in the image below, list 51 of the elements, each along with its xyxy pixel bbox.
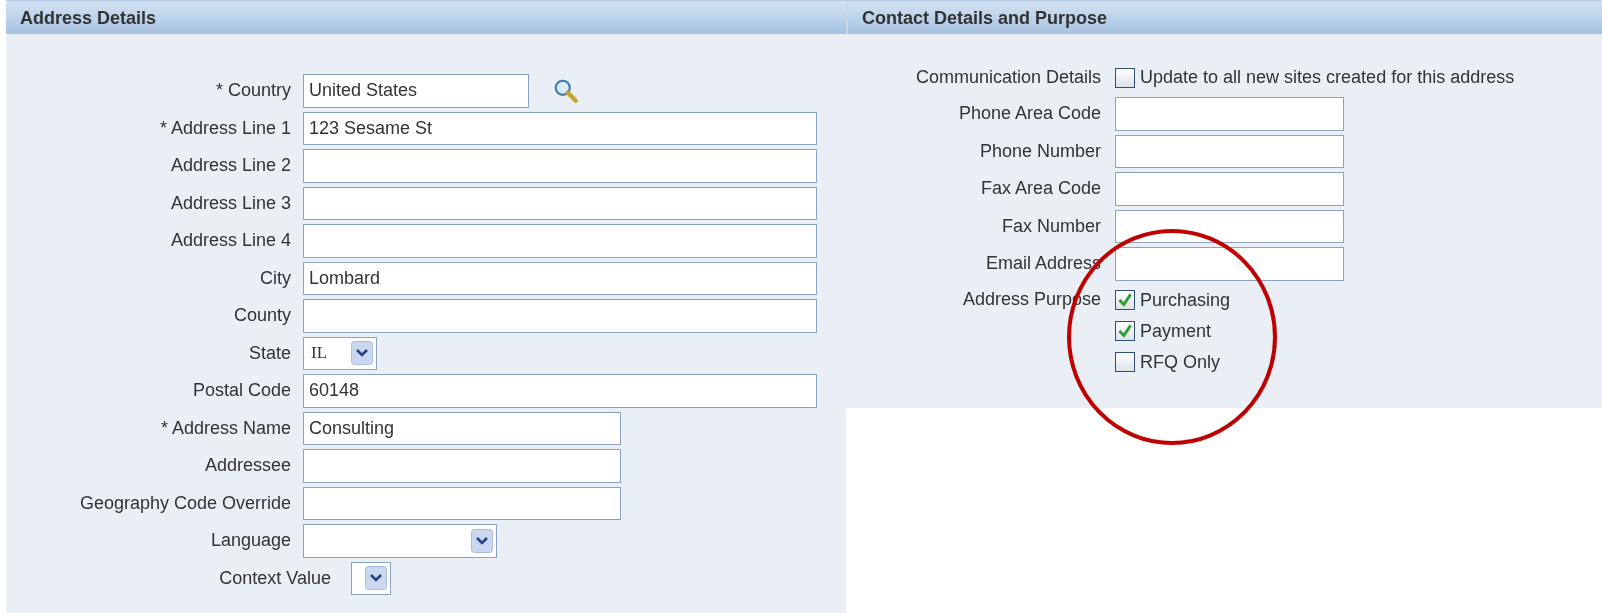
text-field[interactable] xyxy=(1115,172,1344,206)
field-label: * Address Name xyxy=(159,417,291,439)
field-label: Address Line 2 xyxy=(169,155,291,177)
checkbox-option[interactable]: Payment xyxy=(1115,315,1602,347)
text-field[interactable] xyxy=(1115,134,1344,168)
text-field[interactable] xyxy=(1115,97,1344,131)
checkbox[interactable] xyxy=(1115,352,1135,372)
dropdown[interactable] xyxy=(351,561,391,595)
text-field[interactable] xyxy=(303,486,621,520)
field-label: Address Line 3 xyxy=(169,192,291,214)
text-field[interactable]: Lombard xyxy=(303,261,817,295)
section-header: Address Details xyxy=(6,0,846,34)
dropdown[interactable]: IL xyxy=(303,336,377,370)
field-label: Language xyxy=(209,530,291,552)
field-label: Fax Area Code xyxy=(979,178,1101,200)
section-header: Contact Details and Purpose xyxy=(846,0,1602,34)
checkbox[interactable] xyxy=(1115,321,1135,341)
field-label: * Country xyxy=(214,80,291,102)
field-label: Phone Area Code xyxy=(957,103,1101,125)
field-label: Geography Code Override xyxy=(78,492,291,514)
field-label: Communication Details xyxy=(914,67,1101,88)
text-field[interactable]: United States xyxy=(303,74,529,108)
field-label: Fax Number xyxy=(1000,215,1101,237)
checkbox-option[interactable]: RFQ Only xyxy=(1115,346,1602,378)
text-field[interactable]: 60148 xyxy=(303,374,817,408)
text-field[interactable] xyxy=(303,186,817,220)
checkbox-option[interactable]: Update to all new sites created for this address xyxy=(1115,62,1602,93)
field-label: County xyxy=(232,305,291,327)
text-field[interactable] xyxy=(303,149,817,183)
field-label: Postal Code xyxy=(191,380,291,402)
text-field[interactable]: Consulting xyxy=(303,411,621,445)
text-field[interactable] xyxy=(303,299,817,333)
field-label: Context Value xyxy=(218,567,331,589)
text-field[interactable]: 123 Sesame St xyxy=(303,111,817,145)
caret-icon xyxy=(365,566,387,591)
field-label: Address Line 4 xyxy=(169,230,291,252)
text-field[interactable] xyxy=(303,224,817,258)
field-label: Phone Number xyxy=(978,140,1101,162)
text-field[interactable] xyxy=(1115,247,1344,281)
field-label: State xyxy=(247,342,291,364)
text-field[interactable] xyxy=(1115,209,1344,243)
field-label: City xyxy=(259,267,291,289)
checkbox-option[interactable]: Purchasing xyxy=(1115,284,1602,316)
field-label: * Address Line 1 xyxy=(158,117,291,139)
caret-icon xyxy=(471,528,493,553)
search-icon[interactable] xyxy=(553,77,579,104)
checkbox[interactable] xyxy=(1115,290,1135,310)
checkbox[interactable] xyxy=(1115,67,1135,88)
caret-icon xyxy=(351,341,373,366)
text-field[interactable] xyxy=(303,449,621,483)
field-label: Addressee xyxy=(203,455,291,477)
